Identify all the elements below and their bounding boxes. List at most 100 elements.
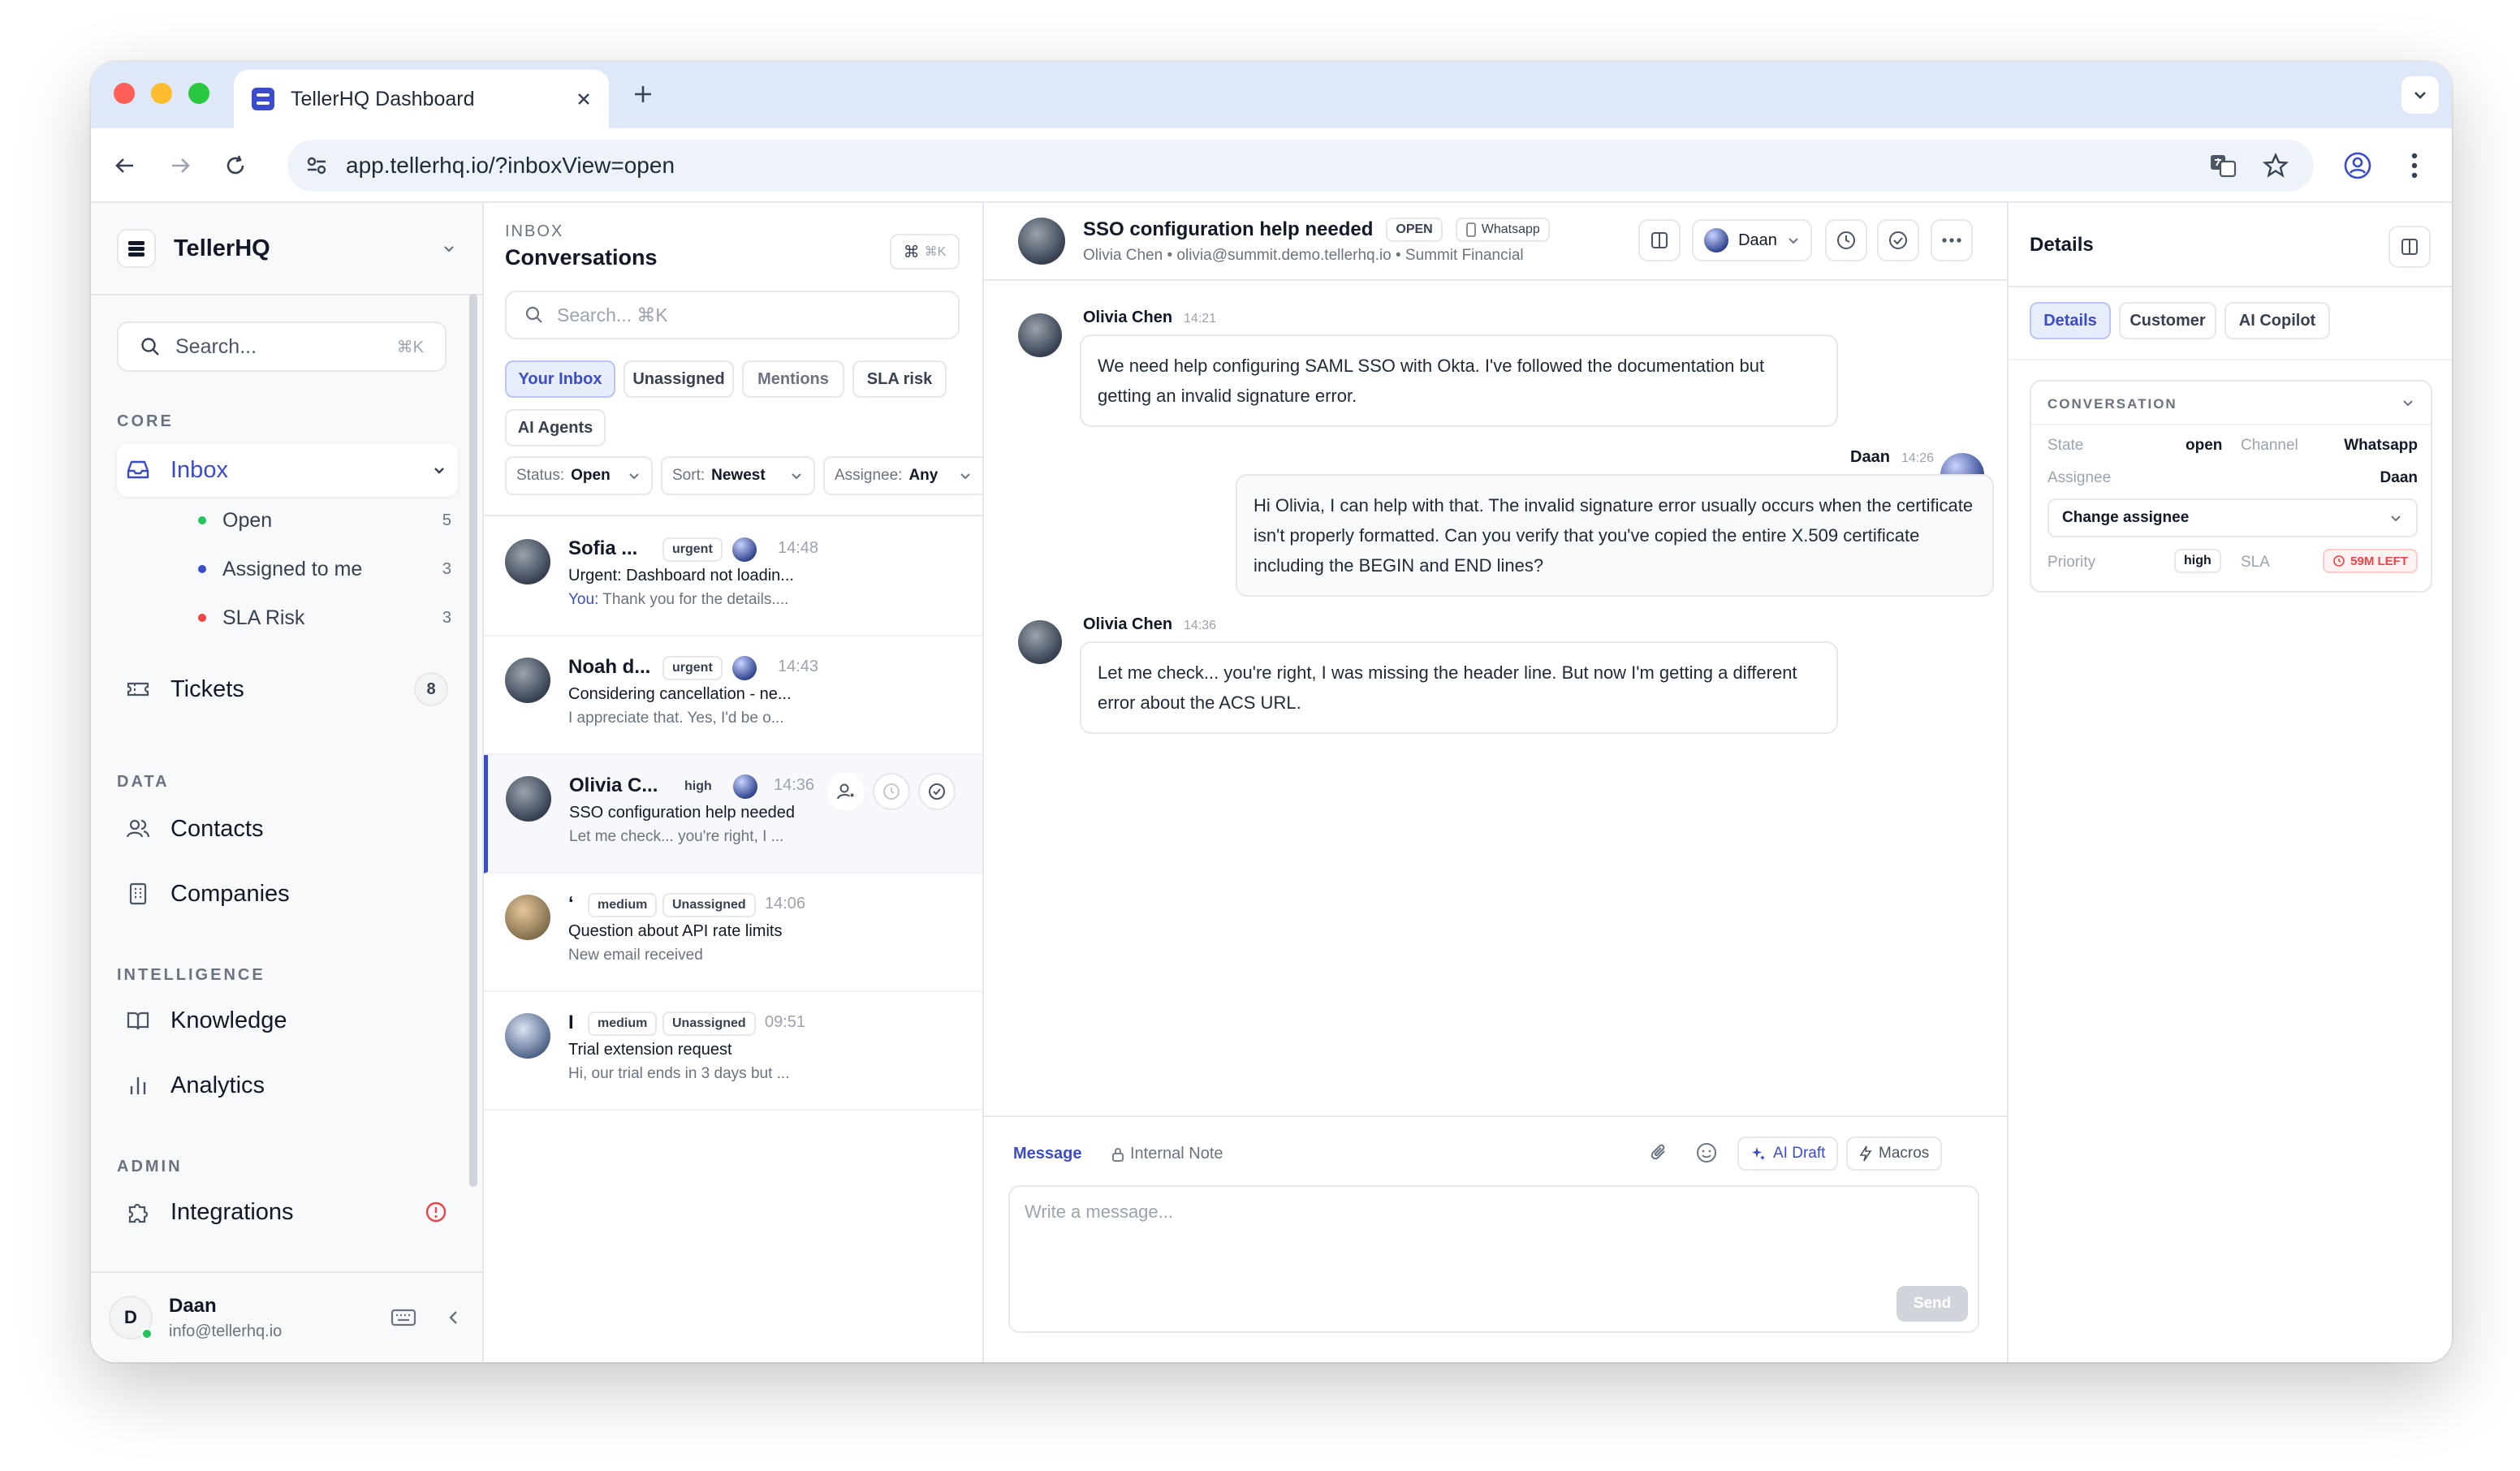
- status-badge: OPEN: [1386, 218, 1443, 242]
- tab-customer[interactable]: Customer: [2119, 302, 2216, 339]
- ai-draft-button[interactable]: AI Draft: [1737, 1137, 1839, 1171]
- filter-your-inbox[interactable]: Your Inbox: [505, 360, 615, 398]
- priority-badge: high: [684, 779, 712, 793]
- tab-message[interactable]: Message: [1013, 1145, 1082, 1163]
- message-time: 14:36: [1184, 619, 1217, 632]
- conversation-preview: New email received: [568, 947, 703, 964]
- divider: [2009, 286, 2452, 287]
- conversation-subject: Considering cancellation - ne...: [568, 685, 792, 703]
- zoom-window-button[interactable]: [188, 83, 209, 104]
- conversation-item-selected[interactable]: Olivia C... high 14:36 SSO configuration…: [484, 755, 982, 874]
- snooze-button[interactable]: [1825, 219, 1867, 261]
- status-filter-select[interactable]: Status: Open: [505, 456, 653, 495]
- panel-title: Conversations: [505, 245, 658, 270]
- section-intelligence: INTELLIGENCE: [117, 966, 265, 984]
- address-bar[interactable]: app.tellerhq.io/?inboxView=open: [287, 140, 2314, 192]
- conversation-search-input[interactable]: Search... ⌘K: [505, 291, 960, 339]
- forward-icon[interactable]: [162, 148, 198, 183]
- sidebar-search-input[interactable]: Search... ⌘K: [117, 321, 447, 372]
- message-time: 14:21: [1184, 312, 1217, 326]
- conversation-item[interactable]: Sofia ... urgent 14:48 Urgent: Dashboard…: [484, 518, 982, 636]
- sidebar-item-integrations[interactable]: Integrations: [117, 1185, 458, 1239]
- puzzle-icon: [125, 1199, 151, 1225]
- sidebar-scrollbar[interactable]: [469, 294, 477, 1187]
- macros-button[interactable]: Macros: [1846, 1137, 1943, 1171]
- tab-internal-note[interactable]: Internal Note: [1111, 1145, 1223, 1163]
- site-settings-icon[interactable]: [304, 153, 330, 179]
- browser-tab[interactable]: TellerHQ Dashboard: [234, 70, 609, 128]
- close-tab-icon[interactable]: [575, 90, 593, 108]
- button-label: AI Draft: [1773, 1145, 1826, 1162]
- sidebar-item-analytics[interactable]: Analytics: [117, 1059, 458, 1112]
- chevron-down-icon[interactable]: [2400, 395, 2416, 411]
- change-assignee-select[interactable]: Change assignee: [2048, 498, 2418, 537]
- resolve-check-icon[interactable]: [918, 773, 956, 810]
- conversation-item[interactable]: ʻ medium Unassigned 14:06 Question about…: [484, 874, 982, 992]
- message-textarea[interactable]: Write a message... Send: [1008, 1185, 1979, 1333]
- command-shortcut-button[interactable]: ⌘ ⌘K: [890, 234, 960, 270]
- panel-icon: [2400, 237, 2419, 257]
- assignee-avatar: [1704, 228, 1729, 252]
- message-author: Daan: [1850, 448, 1890, 466]
- collapse-sidebar-icon[interactable]: [443, 1307, 464, 1328]
- sidebar-item-companies[interactable]: Companies: [117, 867, 458, 921]
- back-icon[interactable]: [107, 148, 143, 183]
- send-button[interactable]: Send: [1896, 1286, 1968, 1322]
- sidebar-item-inbox[interactable]: Inbox: [117, 443, 458, 497]
- workspace-switcher[interactable]: TellerHQ: [117, 224, 458, 273]
- assignee-select[interactable]: Daan: [1692, 219, 1812, 261]
- filter-unassigned[interactable]: Unassigned: [624, 360, 734, 398]
- sidebar-item-tickets[interactable]: Tickets 8: [117, 662, 458, 716]
- tab-ai-copilot[interactable]: AI Copilot: [2224, 302, 2330, 339]
- textarea-placeholder: Write a message...: [1025, 1201, 1173, 1222]
- conversation-item[interactable]: I medium Unassigned 09:51 Trial extensio…: [484, 992, 982, 1111]
- keyboard-icon[interactable]: [390, 1304, 417, 1331]
- snooze-clock-icon[interactable]: [873, 773, 910, 810]
- sidebar-item-label: Contacts: [170, 815, 264, 842]
- chevron-down-icon: [1787, 234, 1800, 247]
- tab-list-chevron-icon[interactable]: [2401, 76, 2439, 114]
- button-label: Macros: [1879, 1145, 1930, 1162]
- sidebar-item-contacts[interactable]: Contacts: [117, 802, 458, 856]
- conversation-list-panel: INBOX Conversations ⌘ ⌘K Search... ⌘K You…: [484, 203, 984, 1362]
- close-window-button[interactable]: [114, 83, 135, 104]
- conversation-item[interactable]: Noah d... urgent 14:43 Considering cance…: [484, 636, 982, 755]
- filter-mentions[interactable]: Mentions: [742, 360, 844, 398]
- sidebar-subitem-open[interactable]: Open 5: [198, 502, 451, 539]
- current-user[interactable]: D Daan info@tellerhq.io: [91, 1271, 482, 1362]
- url-text[interactable]: app.tellerhq.io/?inboxView=open: [346, 153, 675, 179]
- toggle-panel-button[interactable]: [1638, 219, 1681, 261]
- more-options-button[interactable]: [1931, 219, 1973, 261]
- filter-ai-agents[interactable]: AI Agents: [505, 409, 606, 446]
- priority-badge: urgent: [662, 537, 723, 562]
- emoji-icon[interactable]: [1695, 1141, 1718, 1164]
- chevron-down-icon[interactable]: [430, 461, 448, 479]
- resolve-button[interactable]: [1877, 219, 1919, 261]
- attachment-icon[interactable]: [1648, 1141, 1671, 1164]
- assignee-filter-select[interactable]: Assignee: Any: [823, 456, 982, 495]
- assign-user-icon[interactable]: [827, 773, 865, 810]
- assignee-avatar: [733, 774, 757, 799]
- sort-select[interactable]: Sort: Newest: [661, 456, 815, 495]
- subitem-label: Open: [222, 508, 273, 532]
- new-tab-icon[interactable]: [630, 81, 656, 107]
- subitem-count: 5: [442, 511, 451, 529]
- conversation-subject: Question about API rate limits: [568, 922, 783, 940]
- conversation-time: 14:06: [765, 895, 806, 912]
- browser-menu-icon[interactable]: [2410, 151, 2419, 180]
- minimize-window-button[interactable]: [151, 83, 172, 104]
- tab-details[interactable]: Details: [2030, 302, 2111, 339]
- translate-icon[interactable]: [2208, 151, 2237, 180]
- sidebar-subitem-sla-risk[interactable]: SLA Risk 3: [198, 599, 451, 636]
- sidebar-subitem-assigned[interactable]: Assigned to me 3: [198, 550, 451, 588]
- conversation-time: 14:48: [778, 539, 819, 557]
- assignment-badge: Unassigned: [662, 893, 756, 917]
- profile-icon[interactable]: [2343, 151, 2372, 180]
- filter-sla-risk[interactable]: SLA risk: [852, 360, 947, 398]
- reload-icon[interactable]: [218, 148, 253, 183]
- sidebar-item-knowledge[interactable]: Knowledge: [117, 994, 458, 1047]
- collapse-details-button[interactable]: [2388, 226, 2431, 268]
- bookmark-star-icon[interactable]: [2262, 152, 2289, 179]
- priority-badge: high: [2174, 549, 2221, 573]
- conversation-preview: Hi, our trial ends in 3 days but ...: [568, 1065, 790, 1082]
